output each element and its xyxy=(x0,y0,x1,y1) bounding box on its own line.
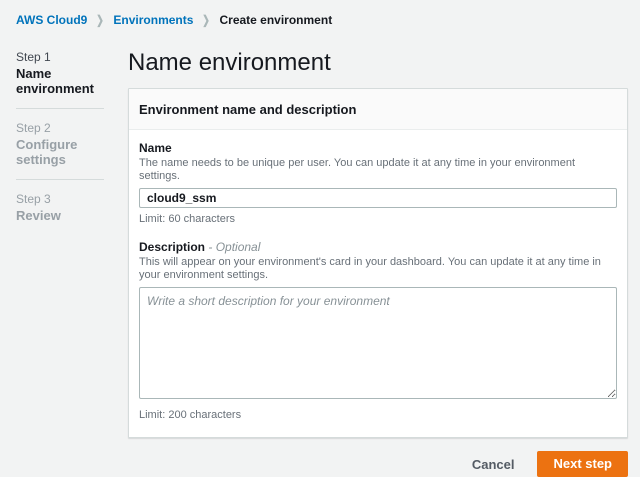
description-label-text: Description xyxy=(139,240,206,254)
environment-description-textarea[interactable] xyxy=(139,287,617,399)
main-content: Name environment Environment name and de… xyxy=(128,36,628,477)
next-step-button[interactable]: Next step xyxy=(537,451,628,477)
card-body: Name The name needs to be unique per use… xyxy=(129,130,627,437)
chevron-right-icon: ❯ xyxy=(96,13,105,27)
chevron-right-icon: ❯ xyxy=(202,13,211,27)
sidebar-divider xyxy=(16,108,104,109)
breadcrumb-environments[interactable]: Environments xyxy=(113,13,193,27)
breadcrumb: AWS Cloud9 ❯ Environments ❯ Create envir… xyxy=(0,0,640,36)
name-field-help: The name needs to be unique per user. Yo… xyxy=(139,157,576,182)
step-1-label: Step 1 xyxy=(16,50,51,64)
breadcrumb-aws-cloud9[interactable]: AWS Cloud9 xyxy=(16,13,87,27)
name-limit-note: Limit: 60 characters xyxy=(139,213,235,225)
sidebar-step-2[interactable]: Step 2 Configure settings xyxy=(16,121,128,167)
optional-tag: - Optional xyxy=(208,240,261,254)
page-title: Name environment xyxy=(128,49,331,76)
steps-sidebar: Step 1 Name environment Step 2 Configure… xyxy=(0,36,128,223)
description-field-label: Description - Optional xyxy=(139,240,617,254)
step-2-label: Step 2 xyxy=(16,121,51,135)
footer-actions: Cancel Next step xyxy=(128,451,628,477)
step-3-title: Review xyxy=(16,208,61,223)
environment-card: Environment name and description Name Th… xyxy=(128,88,628,438)
description-field-help: This will appear on your environment's c… xyxy=(139,256,601,281)
page-layout: Step 1 Name environment Step 2 Configure… xyxy=(0,36,640,477)
cancel-button[interactable]: Cancel xyxy=(472,453,515,476)
sidebar-divider xyxy=(16,179,104,180)
environment-name-input[interactable] xyxy=(139,188,617,208)
description-limit-note: Limit: 200 characters xyxy=(139,409,242,421)
breadcrumb-current-page: Create environment xyxy=(219,13,333,27)
card-header: Environment name and description xyxy=(129,89,627,130)
step-3-label: Step 3 xyxy=(16,192,51,206)
description-field-section: Description - Optional This will appear … xyxy=(139,240,617,421)
step-2-title: Configure settings xyxy=(16,137,78,167)
sidebar-step-3[interactable]: Step 3 Review xyxy=(16,192,128,223)
name-field-section: Name The name needs to be unique per use… xyxy=(139,141,617,225)
step-1-title: Name environment xyxy=(16,66,95,96)
sidebar-step-1[interactable]: Step 1 Name environment xyxy=(16,50,128,96)
name-field-label: Name xyxy=(139,141,172,155)
